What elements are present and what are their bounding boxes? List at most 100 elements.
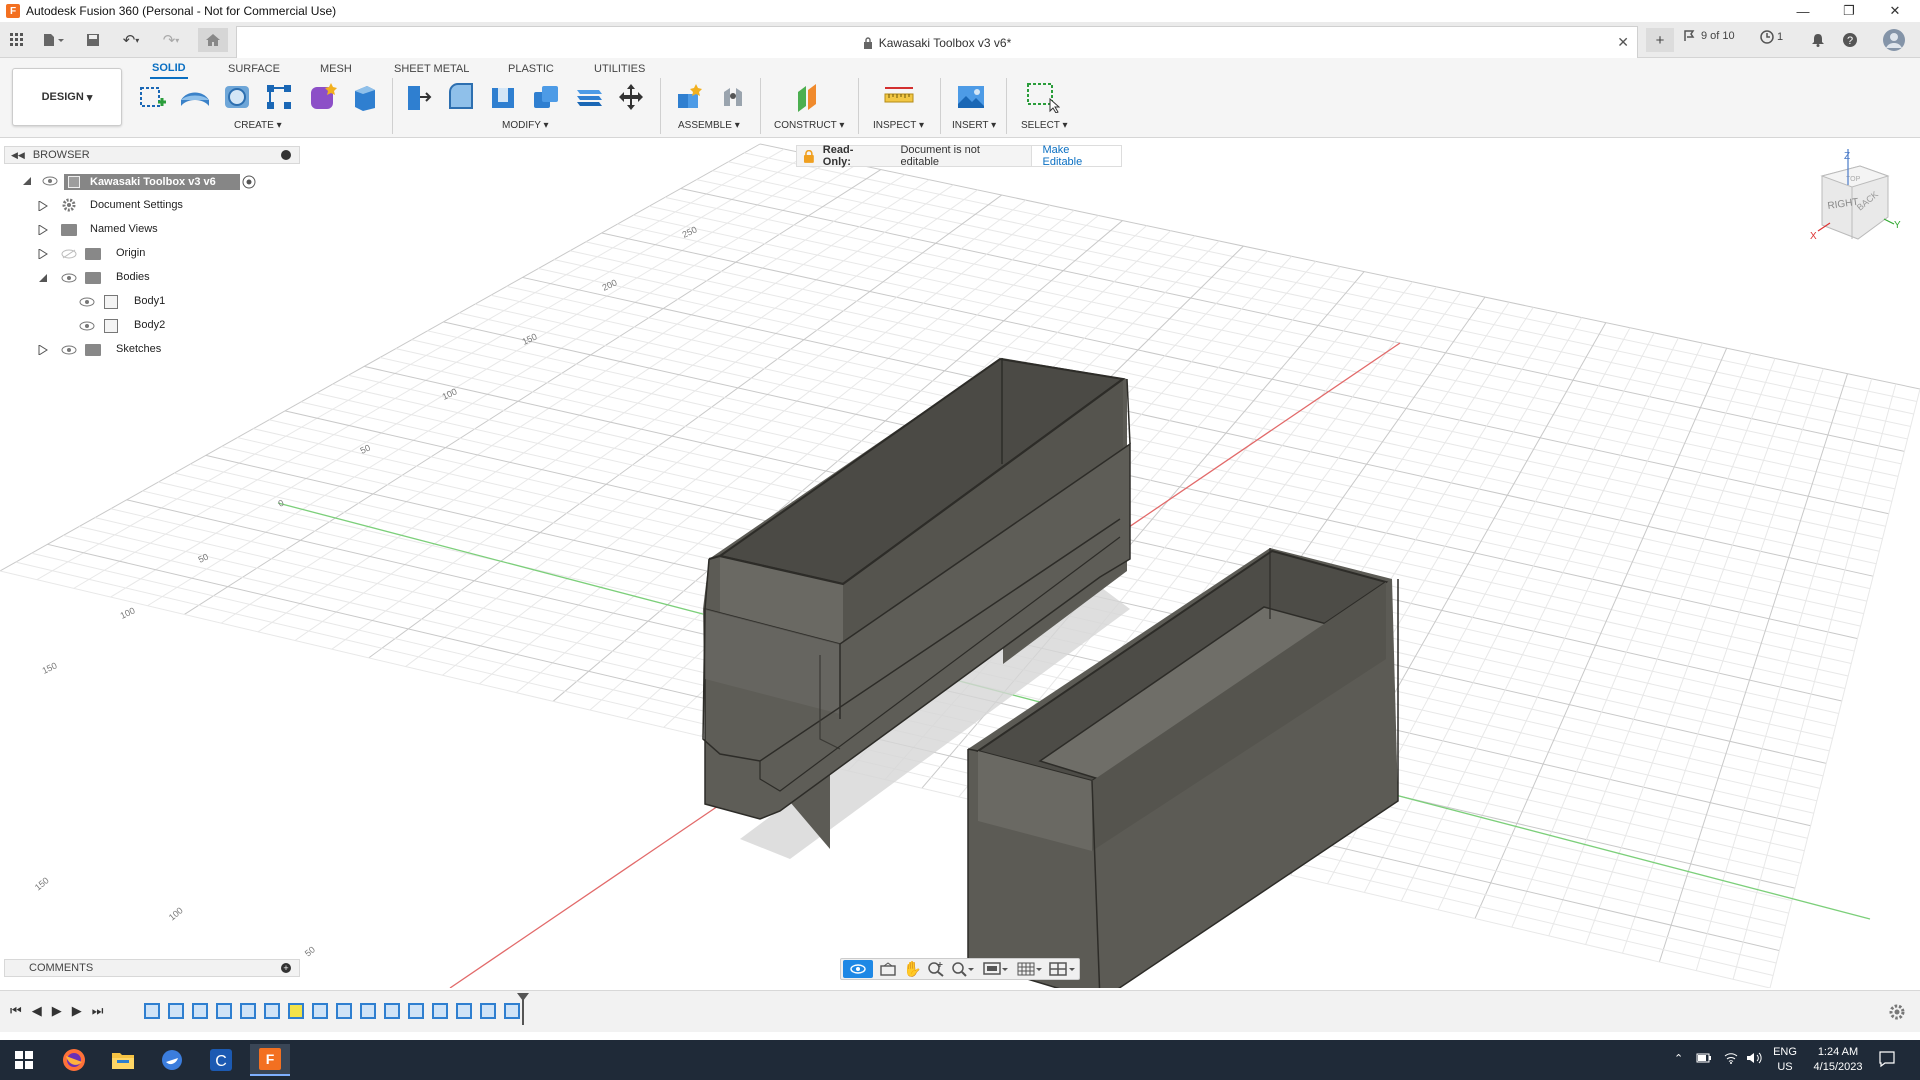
collapse-browser-icon[interactable]: ◀◀ <box>11 150 25 161</box>
offset-plane-icon[interactable] <box>792 80 826 114</box>
timeline-feature-icon[interactable] <box>240 1003 256 1019</box>
fillet-icon[interactable] <box>444 80 478 114</box>
timeline-feature-icon[interactable] <box>480 1003 496 1019</box>
go-to-start-icon[interactable]: ⏮ <box>10 1003 22 1019</box>
system-clock[interactable]: 1:24 AM 4/15/2023 <box>1806 1045 1870 1075</box>
timeline-feature-icon[interactable] <box>336 1003 352 1019</box>
timeline-settings-gear-icon[interactable] <box>1888 1003 1906 1024</box>
close-tab-icon[interactable]: ✕ <box>1617 34 1629 51</box>
select-menu[interactable]: SELECT ▾ <box>1021 120 1068 131</box>
visibility-eye-icon[interactable] <box>61 345 77 355</box>
job-status[interactable]: 9 of 10 <box>1684 30 1735 42</box>
tree-item-origin[interactable]: Origin <box>116 247 145 259</box>
timeline-feature-icon[interactable] <box>216 1003 232 1019</box>
timeline-feature-icon[interactable] <box>192 1003 208 1019</box>
fusion-taskbar-icon[interactable]: F <box>250 1044 290 1076</box>
viewports-icon[interactable] <box>1049 961 1077 980</box>
box-primitive-icon[interactable] <box>348 80 382 114</box>
visibility-eye-icon[interactable] <box>61 273 77 283</box>
home-icon[interactable] <box>198 28 228 52</box>
extrude-form-icon[interactable] <box>178 80 212 114</box>
help-icon[interactable]: ? <box>1838 28 1862 52</box>
close-window-button[interactable]: ✕ <box>1872 0 1918 22</box>
move-copy-icon[interactable] <box>614 80 648 114</box>
cortana-c-icon[interactable]: C <box>201 1044 241 1076</box>
expand-arrow-icon[interactable] <box>38 345 48 355</box>
insert-image-icon[interactable] <box>954 80 988 114</box>
minimize-button[interactable]: — <box>1780 0 1826 22</box>
timeline-feature-icon[interactable] <box>456 1003 472 1019</box>
revolve-icon[interactable] <box>220 80 254 114</box>
expand-arrow-icon[interactable] <box>38 225 48 235</box>
timeline-feature-icon[interactable] <box>144 1003 160 1019</box>
wifi-icon[interactable] <box>1724 1052 1738 1067</box>
file-explorer-icon[interactable] <box>103 1044 143 1076</box>
collapse-arrow-icon[interactable] <box>38 273 48 283</box>
tree-item-body1[interactable]: Body1 <box>134 295 165 307</box>
timeline-feature-icon[interactable] <box>264 1003 280 1019</box>
redo-icon[interactable]: ↷ ▾ <box>156 28 186 52</box>
step-back-icon[interactable]: ◀ <box>32 1003 42 1019</box>
battery-icon[interactable] <box>1696 1052 1712 1067</box>
timeline-feature-icon[interactable] <box>384 1003 400 1019</box>
timeline-feature-icon[interactable] <box>312 1003 328 1019</box>
undo-icon[interactable]: ↶ ▾ <box>116 28 146 52</box>
root-component-node[interactable]: Kawasaki Toolbox v3 v6 <box>64 174 240 190</box>
tree-item-document-settings[interactable]: Document Settings <box>90 199 183 211</box>
browser-pin-icon[interactable] <box>281 150 291 160</box>
comments-panel-header[interactable]: COMMENTS + <box>4 959 300 977</box>
hidden-eye-icon[interactable] <box>61 249 77 259</box>
collapse-arrow-icon[interactable] <box>22 176 32 186</box>
tree-item-named-views[interactable]: Named Views <box>90 223 158 235</box>
expand-arrow-icon[interactable] <box>38 249 48 259</box>
play-icon[interactable]: ▶ <box>52 1003 62 1019</box>
tab-sheet-metal[interactable]: SHEET METAL <box>392 59 471 79</box>
data-panel-grid-icon[interactable] <box>6 28 28 52</box>
timeline-feature-icon[interactable] <box>360 1003 376 1019</box>
volume-icon[interactable] <box>1746 1051 1762 1068</box>
insert-menu[interactable]: INSERT ▾ <box>952 120 996 131</box>
windows-start-icon[interactable] <box>4 1044 44 1076</box>
timeline-feature-icon[interactable] <box>408 1003 424 1019</box>
timeline-marker-head-icon[interactable] <box>517 993 529 1001</box>
press-pull-icon[interactable] <box>402 80 436 114</box>
new-tab-button[interactable]: + <box>1646 28 1674 52</box>
measure-icon[interactable] <box>882 80 916 114</box>
joint-icon[interactable] <box>716 80 750 114</box>
user-avatar[interactable] <box>1880 28 1908 52</box>
language-indicator[interactable]: ENG US <box>1770 1045 1800 1075</box>
action-center-icon[interactable] <box>1878 1050 1896 1071</box>
document-tab[interactable]: Kawasaki Toolbox v3 v6* ✕ <box>236 26 1638 58</box>
modify-menu[interactable]: MODIFY ▾ <box>502 120 549 131</box>
visibility-eye-icon[interactable] <box>42 176 58 186</box>
visibility-eye-icon[interactable] <box>79 321 95 331</box>
replace-face-icon[interactable] <box>572 80 606 114</box>
tab-solid[interactable]: SOLID <box>150 59 188 79</box>
tree-item-body2[interactable]: Body2 <box>134 319 165 331</box>
pan-hand-icon[interactable]: ✋ <box>903 960 922 978</box>
workspace-switcher[interactable]: DESIGN ▾ <box>12 68 122 126</box>
restore-button[interactable]: ❐ <box>1826 0 1872 22</box>
form-sculpt-icon[interactable] <box>306 80 340 114</box>
fit-zoom-icon[interactable] <box>951 961 975 980</box>
add-comment-icon[interactable]: + <box>281 963 291 973</box>
browser-panel-header[interactable]: ◀◀ BROWSER <box>4 146 300 164</box>
create-menu[interactable]: CREATE ▾ <box>234 120 282 131</box>
go-to-end-icon[interactable]: ⏭ <box>92 1003 104 1019</box>
chat-app-icon[interactable] <box>152 1044 192 1076</box>
orbit-icon[interactable] <box>843 960 873 978</box>
expand-arrow-icon[interactable] <box>38 201 48 211</box>
construct-menu[interactable]: CONSTRUCT ▾ <box>774 120 844 131</box>
timeline-feature-icon[interactable] <box>288 1003 304 1019</box>
step-forward-icon[interactable]: ▶ <box>72 1003 82 1019</box>
look-at-icon[interactable] <box>879 961 897 980</box>
combine-icon[interactable] <box>528 80 562 114</box>
clock-indicator[interactable]: 1 <box>1760 30 1783 44</box>
pattern-icon[interactable] <box>262 80 296 114</box>
make-editable-button[interactable]: Make Editable <box>1031 144 1121 168</box>
timeline-feature-icon[interactable] <box>432 1003 448 1019</box>
timeline-feature-icon[interactable] <box>168 1003 184 1019</box>
show-hidden-icons-icon[interactable]: ⌃ <box>1674 1052 1683 1065</box>
grid-settings-icon[interactable] <box>1017 961 1043 980</box>
tab-plastic[interactable]: PLASTIC <box>506 59 556 79</box>
